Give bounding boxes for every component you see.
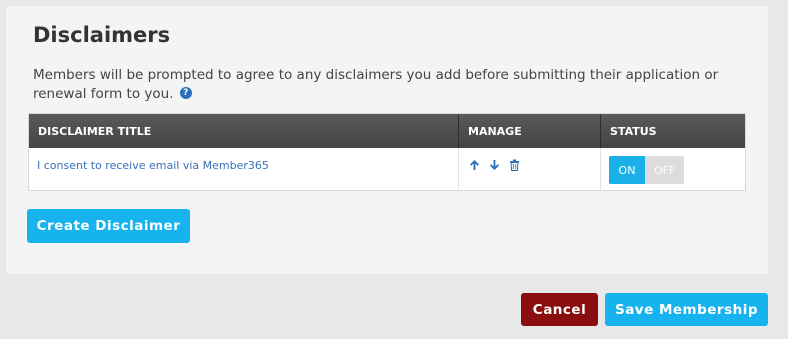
table-row: I consent to receive email via Member365 (29, 148, 745, 190)
disclaimers-table: DISCLAIMER TITLE MANAGE STATUS I consent… (28, 113, 746, 191)
manage-cell (459, 148, 601, 190)
save-membership-button[interactable]: Save Membership (605, 293, 768, 326)
column-header-manage: MANAGE (459, 114, 601, 148)
panel-title: Disclaimers (33, 23, 171, 47)
column-header-status: STATUS (610, 124, 657, 138)
panel-description: Members will be prompted to agree to any… (33, 66, 733, 104)
disclaimer-title-cell: I consent to receive email via Member365 (29, 148, 459, 190)
column-header-title: DISCLAIMER TITLE (29, 114, 459, 148)
table-header: DISCLAIMER TITLE MANAGE STATUS (29, 114, 745, 148)
status-toggle-on[interactable]: ON (609, 156, 645, 184)
cancel-button[interactable]: Cancel (521, 293, 598, 326)
disclaimer-title-link[interactable]: I consent to receive email via Member365 (37, 159, 269, 172)
status-cell: ON OFF (601, 148, 745, 190)
question-circle-icon[interactable]: ? (179, 87, 192, 99)
status-toggle-off[interactable]: OFF (645, 156, 684, 184)
disclaimers-panel: Disclaimers Members will be prompted to … (6, 6, 768, 274)
create-disclaimer-button[interactable]: Create Disclaimer (27, 209, 190, 243)
trash-icon[interactable] (508, 158, 521, 171)
arrow-up-icon[interactable] (468, 158, 481, 171)
description-text: Members will be prompted to agree to any… (33, 67, 719, 102)
arrow-down-icon[interactable] (488, 158, 501, 171)
status-toggle[interactable]: ON OFF (609, 156, 684, 184)
